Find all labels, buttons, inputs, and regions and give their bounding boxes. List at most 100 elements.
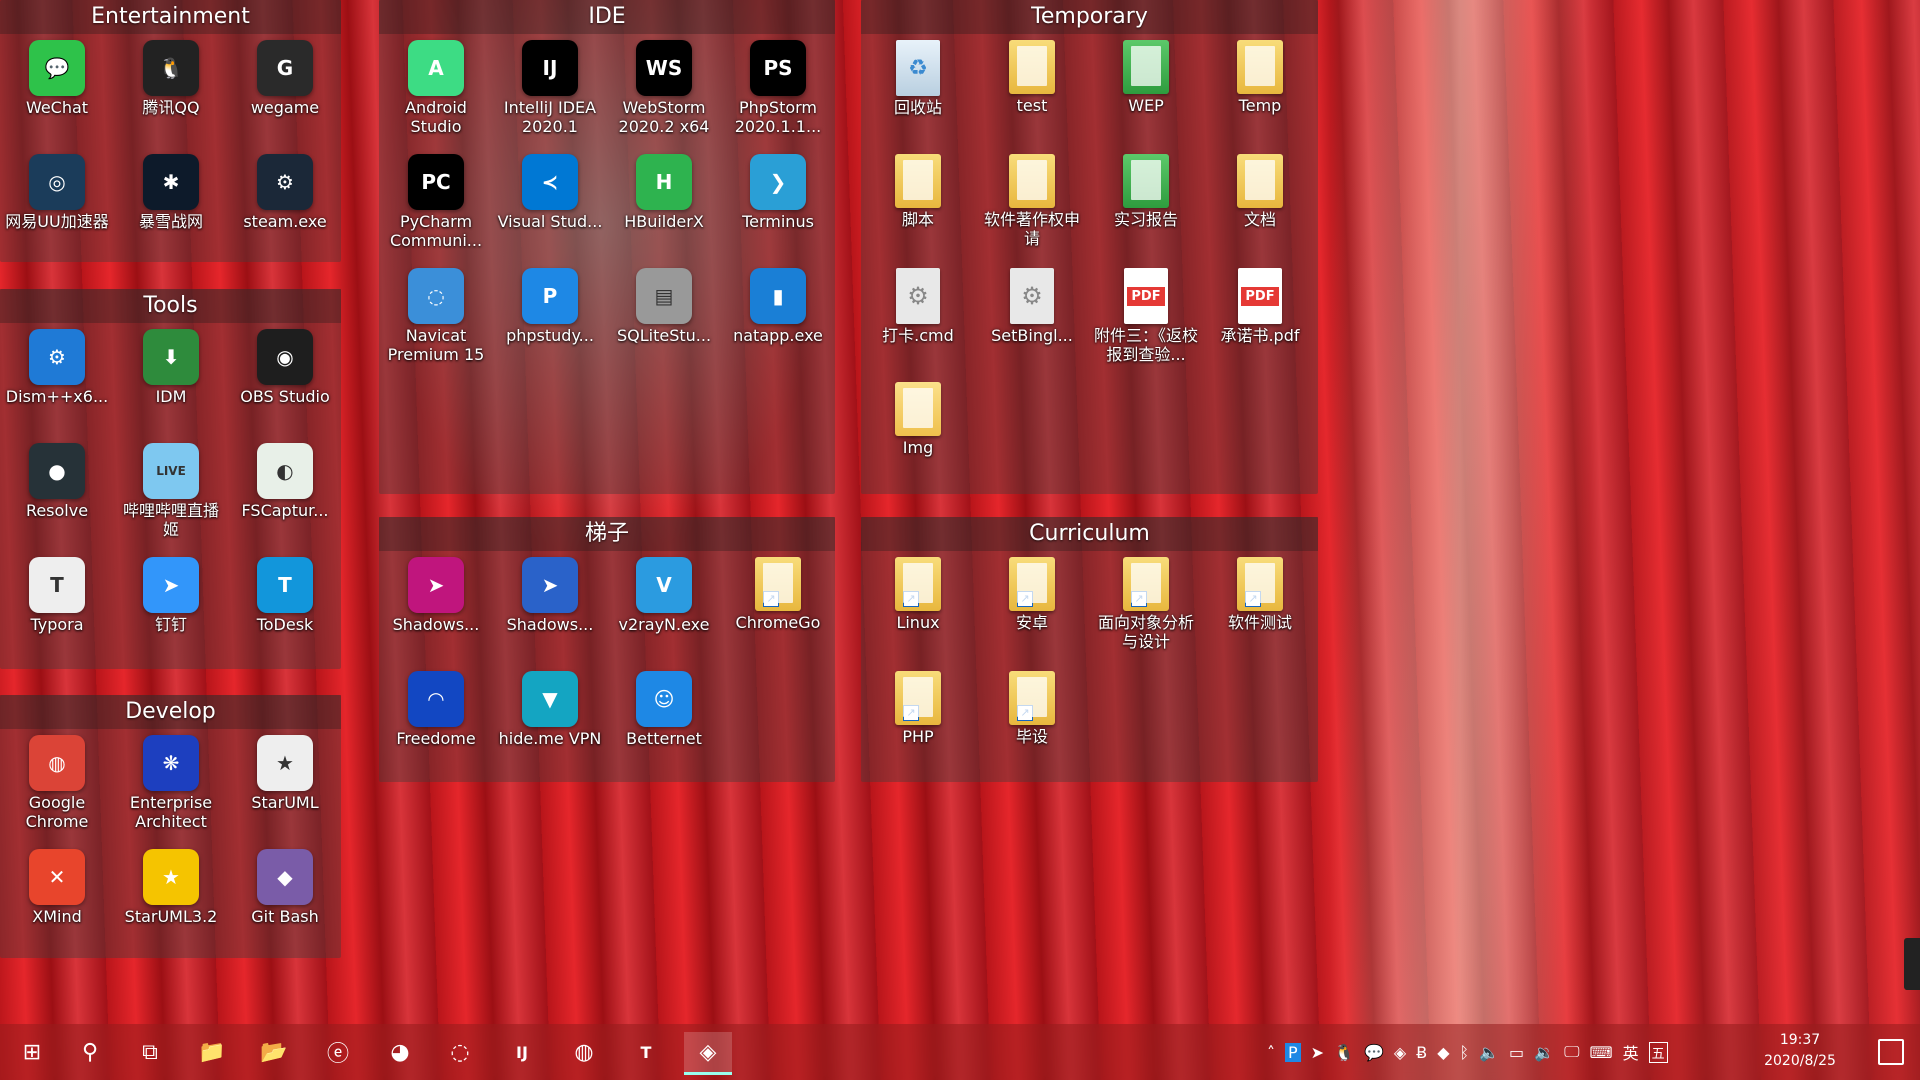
network-icon[interactable]: 🖵 — [1564, 1042, 1579, 1062]
show-hidden-icons-chevron-icon[interactable]: ˄ — [1267, 1043, 1275, 1062]
desktop-shortcut[interactable]: ◎ 网易UU加速器 — [0, 148, 114, 262]
search-icon[interactable]: ⚲ — [66, 1032, 114, 1072]
desktop-shortcut[interactable]: ♻ 回收站 — [861, 34, 975, 148]
fence-title[interactable]: Entertainment — [0, 0, 341, 34]
desktop-shortcut[interactable]: ↗ 毕设 — [975, 665, 1089, 779]
desktop-shortcut[interactable]: ▤ SQLiteStu... — [607, 262, 721, 376]
desktop-shortcut[interactable]: ↗ PHP — [861, 665, 975, 779]
start-button[interactable]: ⊞ — [8, 1032, 56, 1072]
desktop-shortcut[interactable]: LIVE 哔哩哔哩直播姬 — [114, 437, 228, 551]
desktop-shortcut[interactable]: ↗ 面向对象分析与设计 — [1089, 551, 1203, 665]
touch-keyboard-icon[interactable]: ⌨ — [1590, 1043, 1613, 1062]
desktop-shortcut[interactable]: ◆ Git Bash — [228, 843, 342, 957]
desktop-shortcut[interactable]: 文档 — [1203, 148, 1317, 262]
desktop-shortcut[interactable]: Img — [861, 376, 975, 490]
desktop-shortcut[interactable]: ↗ ChromeGo — [721, 551, 835, 665]
fence-title[interactable]: Develop — [0, 695, 341, 729]
desktop-shortcut[interactable]: WS WebStorm 2020.2 x64 — [607, 34, 721, 148]
action-center-icon[interactable] — [1878, 1039, 1904, 1065]
desktop-shortcut[interactable]: Gwegame — [228, 34, 342, 148]
desktop-shortcut[interactable]: ● Resolve — [0, 437, 114, 551]
volume-icon[interactable]: 🔉 — [1534, 1043, 1554, 1062]
fence-ide[interactable]: IDE A Android Studio IJ IntelliJ IDEA 2020.… — [379, 0, 835, 494]
desktop-shortcut[interactable]: ➤ Shadows... — [493, 551, 607, 665]
desktop-shortcut[interactable]: Temp — [1203, 34, 1317, 148]
desktop-shortcut[interactable]: ⚙ SetBingl... — [975, 262, 1089, 376]
desktop-shortcut[interactable]: ◐ FSCaptur... — [228, 437, 342, 551]
desktop-shortcut[interactable]: ❯ Terminus — [721, 148, 835, 262]
desktop-shortcut[interactable]: PDF 附件三：《返校报到查验... — [1089, 262, 1203, 376]
fence-entertainment[interactable]: Entertainment 💬 WeChat 🐧 腾讯QQ Gwegame ◎ 网易UU加速… — [0, 0, 341, 262]
desktop-shortcut[interactable]: ◉ OBS Studio — [228, 323, 342, 437]
security-tray-icon[interactable]: ◆ — [1437, 1043, 1449, 1062]
desktop-shortcut[interactable]: H HBuilderX — [607, 148, 721, 262]
desktop-shortcut[interactable]: ⬇ IDM — [114, 323, 228, 437]
desktop-shortcut[interactable]: ◌ Navicat Premium 15 — [379, 262, 493, 376]
fence-develop[interactable]: Develop ◍ Google Chrome ❋ Enterprise Archit… — [0, 695, 341, 958]
dingtalk-tray-icon[interactable]: ➤ — [1311, 1043, 1324, 1062]
desktop-shortcut[interactable]: ≺ Visual Stud... — [493, 148, 607, 262]
desktop-shortcut[interactable]: ★ StarUML3.2 — [114, 843, 228, 957]
fence-title[interactable]: Temporary — [861, 0, 1318, 34]
desktop-shortcut[interactable]: ⚙ steam.exe — [228, 148, 342, 262]
desktop-shortcut[interactable]: ⚙ Dism++x6... — [0, 323, 114, 437]
desktop-shortcut[interactable]: ➤ Shadows... — [379, 551, 493, 665]
desktop-shortcut[interactable]: ▮ natapp.exe — [721, 262, 835, 376]
desktop-shortcut[interactable]: ◍ Google Chrome — [0, 729, 114, 843]
desktop-shortcut[interactable]: PDF 承诺书.pdf — [1203, 262, 1317, 376]
typora-taskbar-icon[interactable]: T — [622, 1032, 670, 1072]
wechat-tray-icon[interactable]: 💬 — [1364, 1043, 1384, 1062]
task-view-icon[interactable]: ⧉ — [126, 1032, 174, 1072]
phpstudy-tray-icon[interactable]: P — [1285, 1042, 1301, 1062]
fence-title[interactable]: Curriculum — [861, 517, 1318, 551]
fence-tools[interactable]: Tools ⚙ Dism++x6... ⬇ IDM ◉ OBS Studio ● Resolv… — [0, 289, 341, 669]
desktop-shortcut[interactable]: IJ IntelliJ IDEA 2020.1 — [493, 34, 607, 148]
desktop-shortcut[interactable]: ◠ Freedome — [379, 665, 493, 779]
edge-beta-icon[interactable]: ◕ — [376, 1032, 424, 1072]
fence-title[interactable]: Tools — [0, 289, 341, 323]
desktop-shortcut[interactable]: 脚本 — [861, 148, 975, 262]
desktop-shortcut[interactable]: ↗ Linux — [861, 551, 975, 665]
desktop-shortcut[interactable]: T ToDesk — [228, 551, 342, 665]
desktop-shortcut[interactable]: ❋ Enterprise Architect — [114, 729, 228, 843]
desktop-edge-handle[interactable] — [1904, 938, 1920, 990]
desktop-shortcut[interactable]: ☺ Betternet — [607, 665, 721, 779]
desktop-shortcut[interactable]: Vv2rayN.exe — [607, 551, 721, 665]
desktop-shortcut[interactable]: 🐧 腾讯QQ — [114, 34, 228, 148]
desktop-shortcut[interactable]: Pphpstudy... — [493, 262, 607, 376]
ime-mode-indicator[interactable]: 五 — [1648, 1041, 1668, 1063]
desktop-shortcut[interactable]: ➤ 钉钉 — [114, 551, 228, 665]
desktop-shortcut[interactable]: ↗ 软件测试 — [1203, 551, 1317, 665]
file-explorer-icon[interactable]: 📁 — [188, 1032, 236, 1072]
desktop-shortcut[interactable]: ✕ XMind — [0, 843, 114, 957]
desktop-shortcut[interactable]: 💬 WeChat — [0, 34, 114, 148]
fence-title[interactable]: 梯子 — [379, 517, 835, 551]
desktop-shortcut[interactable]: ↗ 安卓 — [975, 551, 1089, 665]
desktop-shortcut[interactable]: ✱ 暴雪战网 — [114, 148, 228, 262]
fence-tizi[interactable]: 梯子 ➤ Shadows... ➤ Shadows... Vv2rayN.exe ↗ Chr… — [379, 517, 835, 782]
nvidia-tray-icon[interactable]: ◈ — [1394, 1043, 1406, 1062]
navicat-taskbar-icon[interactable]: ◌ — [436, 1032, 484, 1072]
desktop-shortcut[interactable]: A Android Studio — [379, 34, 493, 148]
desktop-shortcut[interactable]: test — [975, 34, 1089, 148]
bluetooth-icon[interactable]: ᛒ — [1460, 1043, 1470, 1062]
desktop-shortcut[interactable]: 软件著作权申请 — [975, 148, 1089, 262]
qq-tray-icon[interactable]: 🐧 — [1334, 1043, 1354, 1062]
desktop-shortcut[interactable]: T Typora — [0, 551, 114, 665]
todesk-tray-icon[interactable]: Ƀ — [1416, 1043, 1427, 1062]
system-clock[interactable]: 19:37 2020/8/25 — [1756, 1030, 1844, 1072]
desktop-shortcut[interactable]: ▼ hide.me VPN — [493, 665, 607, 779]
fence-curriculum[interactable]: Curriculum ↗ Linux ↗ 安卓 ↗ 面向对象分析与设计 ↗ 软件测试 ↗ PHP ↗… — [861, 517, 1318, 782]
fence-temporary[interactable]: Temporary ♻ 回收站 test WEP Temp 脚本 软件著作权申请 实习报告 文档… — [861, 0, 1318, 494]
file-explorer-beta-icon[interactable]: 📂 — [250, 1032, 298, 1072]
fence-title[interactable]: IDE — [379, 0, 835, 34]
desktop-shortcut[interactable]: ★ StarUML — [228, 729, 342, 843]
ime-language-indicator[interactable]: 英 — [1623, 1040, 1639, 1064]
desktop-shortcut[interactable]: 实习报告 — [1089, 148, 1203, 262]
intellij-taskbar-icon[interactable]: IJ — [498, 1032, 546, 1072]
nvidia-taskbar-icon[interactable]: ◈ — [684, 1032, 732, 1075]
internet-explorer-icon[interactable]: ⓔ — [314, 1032, 362, 1072]
desktop-shortcut[interactable]: ⚙ 打卡.cmd — [861, 262, 975, 376]
desktop-shortcut[interactable]: PC PyCharm Communi... — [379, 148, 493, 262]
desktop-shortcut[interactable]: PS PhpStorm 2020.1.1... — [721, 34, 835, 148]
